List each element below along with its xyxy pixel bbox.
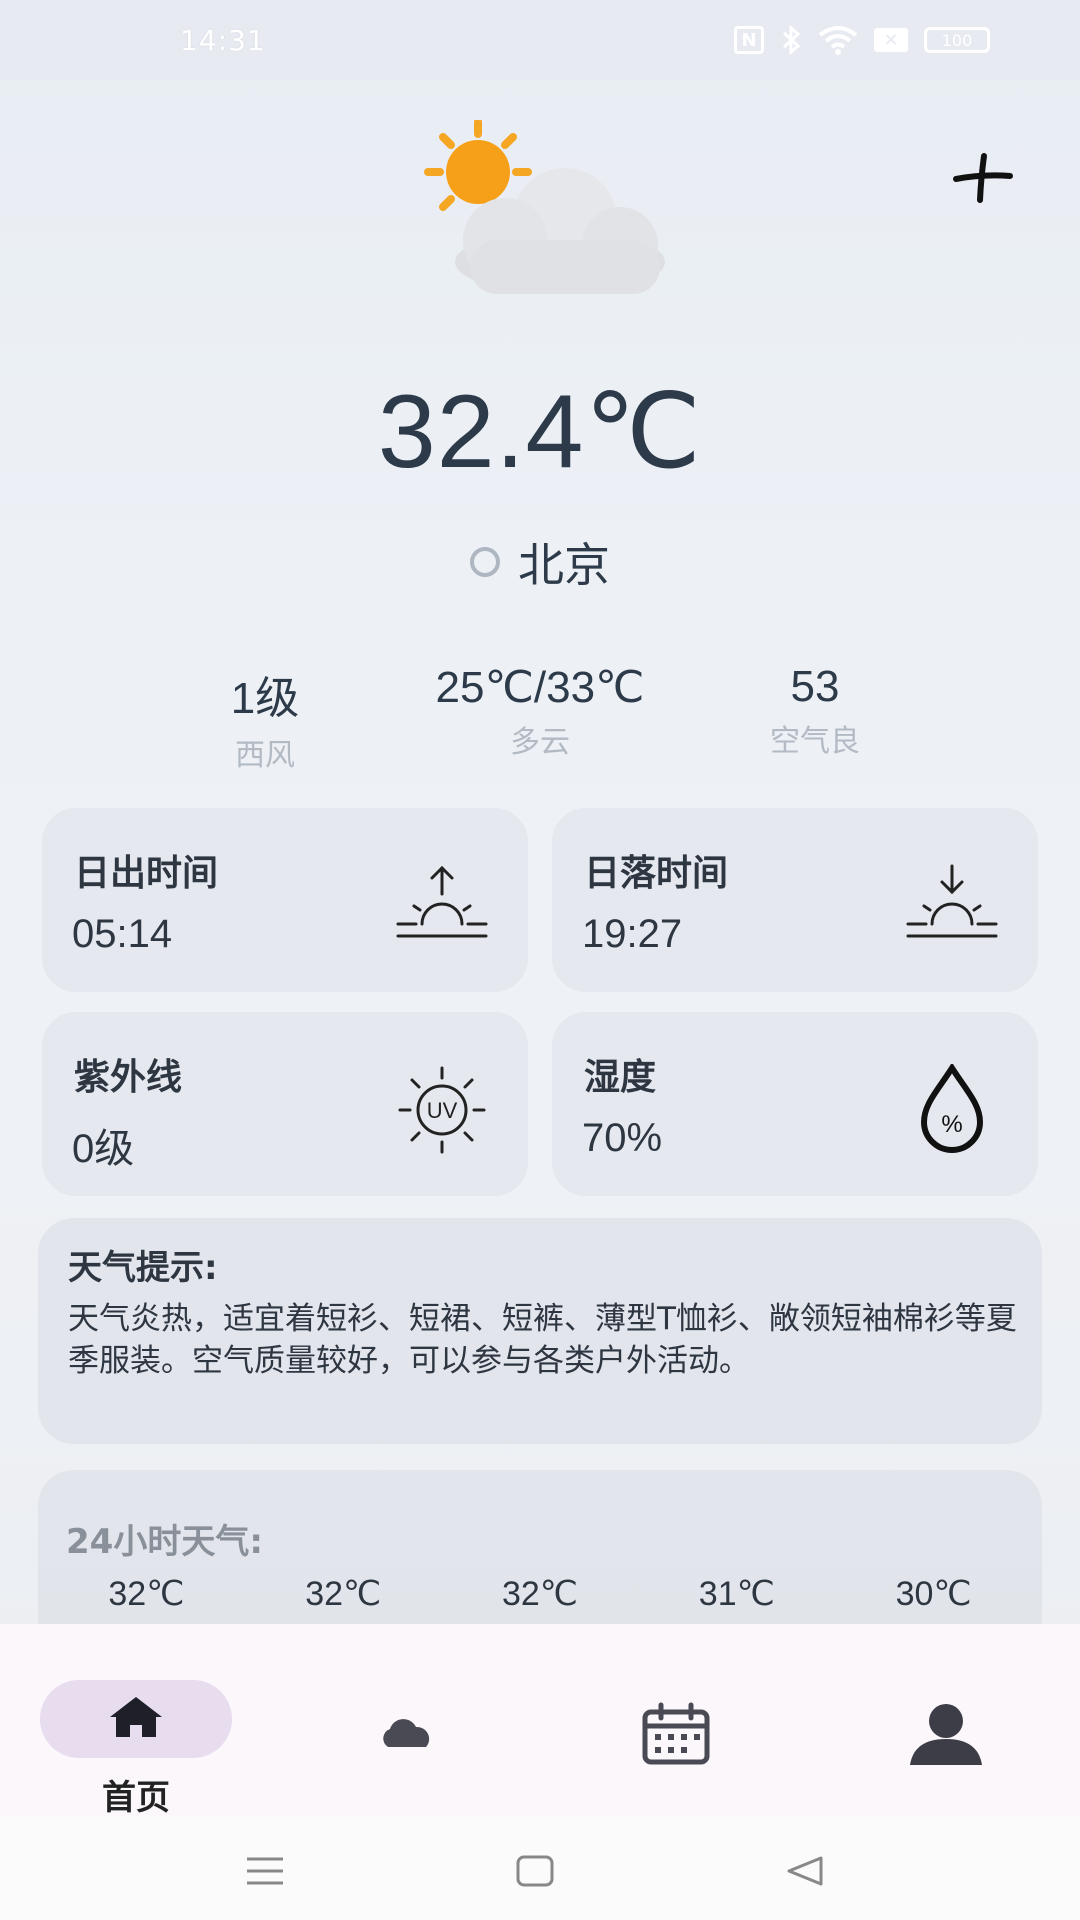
condition: 多云 <box>510 725 570 760</box>
nav-calendar[interactable] <box>576 1652 776 1792</box>
bluetooth-icon <box>780 25 802 55</box>
uv-icon: UV <box>392 1064 492 1154</box>
humidity-icon-text: % <box>941 1111 962 1138</box>
hour-temp: 32℃ <box>501 1575 578 1613</box>
calendar-icon <box>636 1694 716 1774</box>
current-temperature: 32.4℃ <box>377 374 703 490</box>
uv-value: 0级 <box>72 1127 135 1171</box>
hour-temp: 32℃ <box>108 1575 185 1613</box>
wind-summary: 1级 西风 <box>185 662 345 774</box>
system-home-button[interactable] <box>510 1846 560 1896</box>
hour-temp: 30℃ <box>895 1575 972 1613</box>
no-sim-icon: ✕ <box>874 28 908 52</box>
profile-icon <box>906 1694 986 1774</box>
sunset-title: 日落时间 <box>584 853 729 894</box>
nav-home[interactable]: 首页 <box>36 1652 236 1818</box>
aqi-summary: 53 空气良 <box>730 662 900 760</box>
temp-range-summary: 25℃/33℃ 多云 <box>390 662 690 761</box>
weather-summary: 1级 西风 25℃/33℃ 多云 53 空气良 <box>0 662 1080 773</box>
add-city-button[interactable] <box>950 150 1016 206</box>
home-icon <box>106 1693 166 1745</box>
wind-level: 1级 <box>230 674 300 723</box>
nfc-icon: N <box>734 26 764 54</box>
sunset-value: 19:27 <box>582 912 683 956</box>
hour-temp: 31℃ <box>698 1575 775 1613</box>
sunrise-title: 日出时间 <box>74 853 219 894</box>
tips-text: 天气炎热，适宜着短衫、短裙、短裤、薄型T恤衫、敞领短袖棉衫等夏季服装。空气质量较… <box>68 1301 1017 1379</box>
nav-home-indicator <box>40 1680 232 1758</box>
sunset-card: 日落时间 19:27 <box>552 808 1038 992</box>
nav-weather[interactable] <box>306 1652 506 1792</box>
hourly-temps[interactable]: 32℃ 32℃ 32℃ 31℃ 30℃ <box>38 1574 1042 1614</box>
aqi-value: 53 <box>790 662 840 711</box>
recent-apps-button[interactable] <box>240 1846 290 1896</box>
partly-cloudy-icon <box>400 118 670 300</box>
battery-icon: 100 <box>924 27 990 53</box>
location[interactable]: 北京 <box>0 532 1080 592</box>
nav-home-label: 首页 <box>102 1778 170 1818</box>
system-navigation-bar <box>0 1816 1080 1920</box>
wind-direction: 西风 <box>235 738 295 773</box>
status-time: 14:31 <box>180 23 266 57</box>
hourly-title: 24小时天气: <box>66 1522 263 1562</box>
humidity-value: 70% <box>582 1116 663 1160</box>
cloud-icon <box>366 1694 446 1774</box>
weather-tips-card: 天气提示: 天气炎热，适宜着短衫、短裙、短裤、薄型T恤衫、敞领短袖棉衫等夏季服装… <box>38 1218 1042 1444</box>
uv-icon-text: UV <box>427 1098 458 1123</box>
sunrise-value: 05:14 <box>72 912 173 956</box>
humidity-card: 湿度 70% % <box>552 1012 1038 1196</box>
humidity-title: 湿度 <box>584 1057 657 1098</box>
aqi-label: 空气良 <box>770 724 860 759</box>
hour-temp: 32℃ <box>305 1575 382 1613</box>
bottom-navigation: 首页 <box>0 1624 1080 1818</box>
nav-profile[interactable] <box>846 1652 1046 1792</box>
sunrise-card: 日出时间 05:14 <box>42 808 528 992</box>
status-icons: N ✕ 100 <box>734 25 990 55</box>
location-dot-icon <box>470 547 500 577</box>
status-bar: 14:31 N ✕ 100 <box>0 0 1080 80</box>
system-back-button[interactable] <box>780 1846 830 1896</box>
tips-title: 天气提示: <box>68 1248 218 1288</box>
temp-range: 25℃/33℃ <box>435 663 645 712</box>
uv-title: 紫外线 <box>74 1057 183 1098</box>
city-name: 北京 <box>518 538 610 592</box>
wifi-icon <box>818 25 858 55</box>
humidity-icon: % <box>902 1062 1002 1154</box>
sunset-icon <box>902 860 1002 950</box>
sunrise-icon <box>392 860 492 950</box>
uv-card: 紫外线 0级 UV <box>42 1012 528 1196</box>
